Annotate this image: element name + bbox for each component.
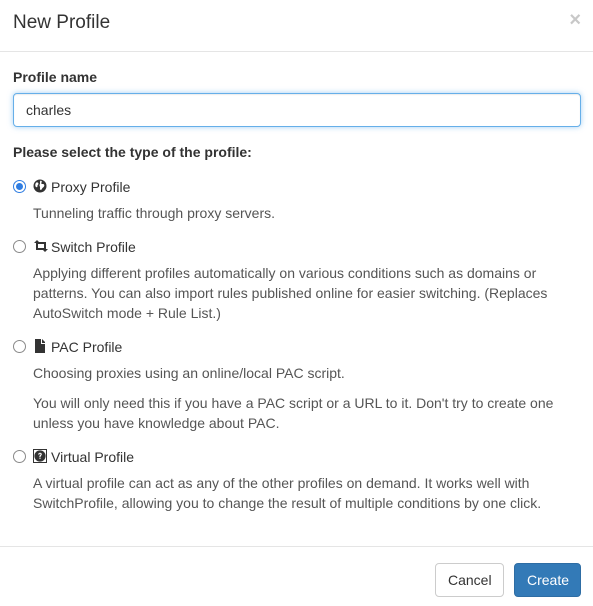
option-pac-profile[interactable]: PAC Profile Choosing proxies using an on…	[13, 337, 583, 433]
pac-profile-description: Choosing proxies using an online/local P…	[33, 365, 345, 381]
create-button[interactable]: Create	[514, 563, 581, 597]
virtual-profile-title[interactable]: Virtual Profile	[51, 449, 134, 465]
new-profile-dialog: New Profile × Profile name Please select…	[0, 0, 593, 606]
globe-icon	[33, 179, 48, 194]
dialog-footer: Cancel Create	[0, 546, 593, 606]
dialog-title: New Profile	[13, 12, 111, 33]
proxy-profile-description: Tunneling traffic through proxy servers.	[33, 205, 276, 221]
pac-profile-title[interactable]: PAC Profile	[51, 339, 122, 355]
switch-profile-description: Applying different profiles automaticall…	[33, 265, 548, 321]
virtual-profile-description: A virtual profile can act as any of the …	[33, 475, 542, 511]
file-icon	[33, 339, 48, 354]
profile-name-input[interactable]	[13, 93, 581, 127]
retweet-icon	[33, 239, 48, 254]
profile-name-label: Profile name	[13, 69, 98, 85]
switch-profile-title[interactable]: Switch Profile	[51, 239, 136, 255]
pac-profile-radio[interactable]	[13, 340, 26, 353]
virtual-profile-radio[interactable]	[13, 450, 26, 463]
proxy-profile-title[interactable]: Proxy Profile	[51, 179, 130, 195]
option-switch-profile[interactable]: Switch Profile Applying different profil…	[13, 237, 583, 323]
proxy-profile-radio[interactable]	[13, 180, 26, 193]
question-icon	[33, 449, 48, 464]
switch-profile-radio[interactable]	[13, 240, 26, 253]
pac-profile-note: You will only need this if you have a PA…	[33, 395, 554, 431]
option-virtual-profile[interactable]: Virtual Profile A virtual profile can ac…	[13, 447, 583, 513]
dialog-header: New Profile ×	[0, 0, 593, 52]
close-icon[interactable]: ×	[569, 10, 581, 30]
option-proxy-profile[interactable]: Proxy Profile Tunneling traffic through …	[13, 177, 583, 223]
cancel-button[interactable]: Cancel	[435, 563, 504, 597]
profile-type-label: Please select the type of the profile:	[13, 144, 252, 160]
